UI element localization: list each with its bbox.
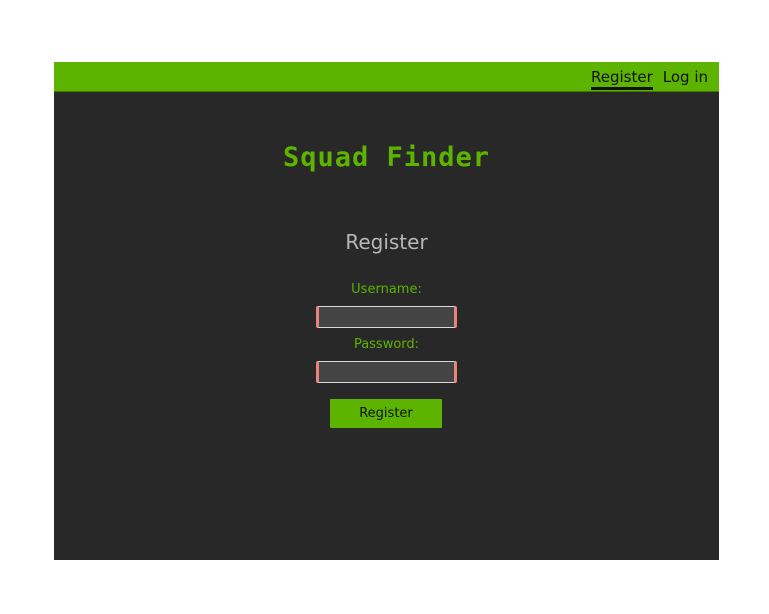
- nav-links: Register Log in: [591, 69, 708, 90]
- username-label: Username:: [351, 282, 422, 297]
- top-navbar: Register Log in: [54, 62, 719, 92]
- username-field[interactable]: [316, 306, 457, 328]
- password-label: Password:: [353, 337, 420, 352]
- site-logo-title: Squad Finder: [282, 142, 491, 173]
- app-container: Register Log in Squad Finder Register Us…: [54, 62, 719, 560]
- nav-register-link[interactable]: Register: [591, 69, 653, 90]
- form-heading: Register: [345, 230, 428, 254]
- nav-login-link[interactable]: Log in: [663, 69, 708, 90]
- password-field[interactable]: [316, 361, 457, 383]
- register-submit-button[interactable]: Register: [330, 399, 442, 428]
